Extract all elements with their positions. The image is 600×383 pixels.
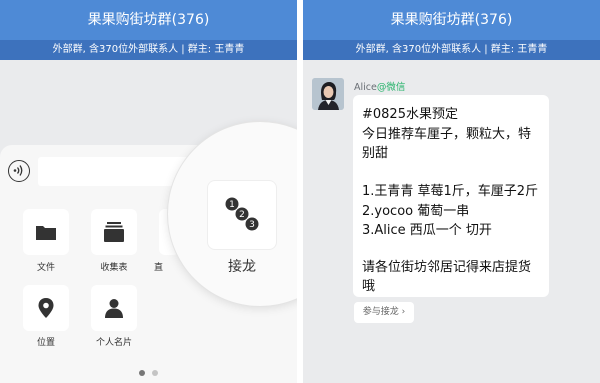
message-line: 别甜 [362, 146, 389, 161]
relay-list-icon: 1 2 3 [225, 197, 259, 231]
sender-avatar[interactable] [312, 78, 344, 110]
page-indicator-active [139, 370, 145, 376]
sender-name: Alice@微信 [354, 79, 405, 93]
message-line: 请各位街坊邻居记得来店提货 [362, 260, 532, 275]
sender-name-text: Alice [354, 82, 377, 93]
relay-tool-button[interactable]: 1 2 3 [208, 181, 276, 249]
svg-text:3: 3 [249, 220, 255, 230]
location-pin-icon [38, 298, 54, 318]
message-line: #0825水果预定 [362, 107, 458, 122]
message-line: 3.Alice 西瓜一个 切开 [362, 223, 492, 238]
voice-input-button[interactable] [8, 160, 30, 182]
avatar-photo [312, 78, 344, 110]
message-line: 2.yocoo 葡萄一串 [362, 204, 470, 219]
message-bubble[interactable]: #0825水果预定 今日推荐车厘子，颗粒大，特 别甜 1.王青青 草莓1斤，车厘… [353, 95, 549, 297]
page-indicator-inactive [152, 370, 158, 376]
chat-subtitle: 外部群, 含370位外部联系人 | 群主: 王青青 [0, 40, 297, 60]
contact-card-tool-label: 个人名片 [95, 338, 132, 348]
contact-card-icon [105, 299, 123, 318]
message-line: 1.王青青 草莓1斤，车厘子2斤 [362, 184, 539, 199]
chat-title: 果果购街坊群(376) [303, 0, 600, 40]
voice-icon [13, 165, 23, 176]
collection-form-icon [104, 222, 124, 242]
contact-card-tool-button[interactable] [91, 285, 137, 331]
file-tool-button[interactable] [23, 209, 69, 255]
message-line: 今日推荐车厘子，颗粒大，特 [362, 127, 532, 142]
collection-form-tool-button[interactable] [91, 209, 137, 255]
folder-icon [36, 226, 56, 240]
message-line: 哦 [362, 279, 376, 294]
location-tool-button[interactable] [23, 285, 69, 331]
sender-source-label: @微信 [376, 82, 406, 93]
attachment-panel-screen: 果果购街坊群(376) 外部群, 含370位外部联系人 | 群主: 王青青 文件… [0, 0, 297, 383]
file-tool-label: 文件 [36, 263, 55, 273]
svg-text:1: 1 [229, 200, 235, 210]
collection-form-tool-label: 收集表 [100, 263, 128, 273]
relay-tool-label: 接龙 [228, 259, 256, 275]
join-relay-button[interactable]: 参与接龙 › [354, 302, 414, 323]
location-tool-label: 位置 [36, 338, 55, 348]
svg-text:2: 2 [239, 210, 245, 220]
live-tool-label: 直 [154, 263, 164, 273]
chat-title: 果果购街坊群(376) [0, 0, 297, 40]
chat-subtitle: 外部群, 含370位外部联系人 | 群主: 王青青 [303, 40, 600, 60]
